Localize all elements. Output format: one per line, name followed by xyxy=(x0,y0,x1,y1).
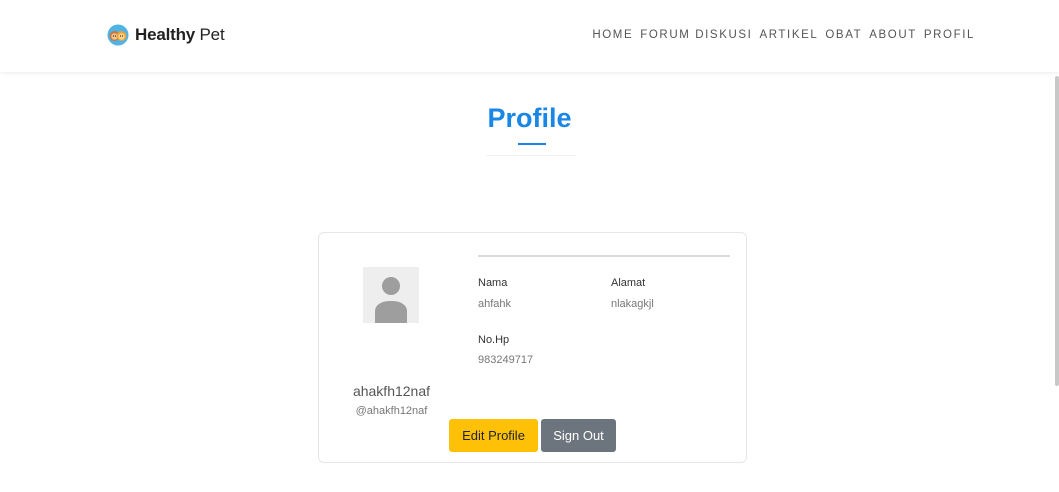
alamat-label: Alamat xyxy=(611,277,646,289)
nohp-label: No.Hp xyxy=(478,334,510,346)
user-placeholder-icon xyxy=(363,267,419,323)
navbar: Healthy Pet HOME FORUM DISKUSI ARTIKEL O… xyxy=(0,0,1059,72)
title-divider xyxy=(486,155,576,156)
nav-home[interactable]: HOME xyxy=(592,29,633,41)
page-title: Profile xyxy=(487,103,572,133)
brand[interactable]: Healthy Pet xyxy=(107,24,225,46)
nav-about[interactable]: ABOUT xyxy=(869,29,917,41)
profile-username: ahakfh12naf xyxy=(352,383,431,399)
nohp-value: 983249717 xyxy=(478,354,534,366)
nav-profil[interactable]: PROFIL xyxy=(924,29,975,41)
nav-obat[interactable]: OBAT xyxy=(825,29,862,41)
edit-profile-button[interactable]: Edit Profile xyxy=(449,419,538,452)
title-underline xyxy=(518,143,546,145)
alamat-value: nlakagkjl xyxy=(611,298,654,310)
brand-name: Healthy Pet xyxy=(135,25,225,44)
sign-out-button[interactable]: Sign Out xyxy=(541,419,616,452)
profile-handle: @ahakfh12naf xyxy=(355,405,428,417)
nav-forum-diskusi[interactable]: FORUM DISKUSI xyxy=(640,29,752,41)
profile-card: ahakfh12naf @ahakfh12naf Nama ahfahk Ala… xyxy=(318,232,747,463)
nama-label: Nama xyxy=(478,277,508,289)
nama-value: ahfahk xyxy=(478,298,512,310)
card-divider xyxy=(478,255,730,257)
avatar xyxy=(363,267,419,323)
pets-logo-icon xyxy=(107,24,129,46)
main-nav: HOME FORUM DISKUSI ARTIKEL OBAT ABOUT PR… xyxy=(592,29,975,41)
nav-artikel[interactable]: ARTIKEL xyxy=(759,29,818,41)
